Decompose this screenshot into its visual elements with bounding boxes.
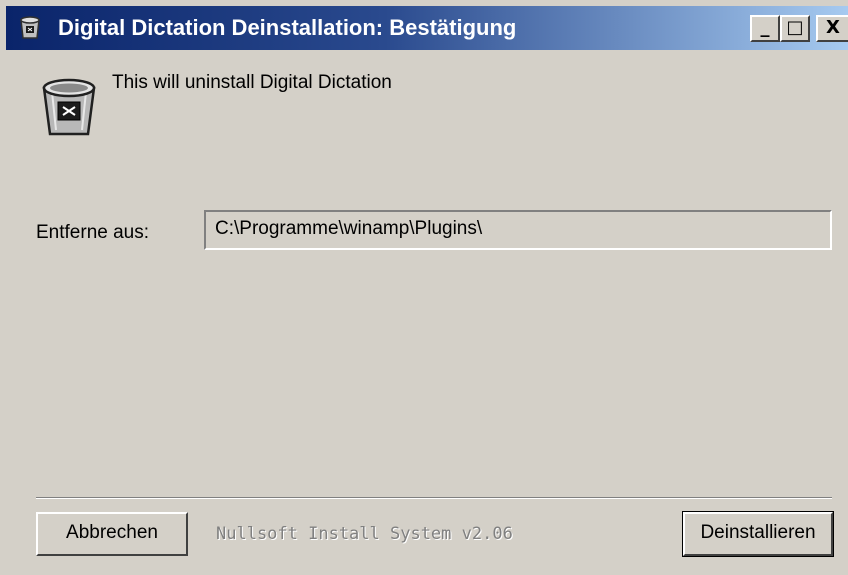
uninstall-button[interactable]: Deinstallieren [682, 511, 834, 557]
uninstall-message: This will uninstall Digital Dictation [112, 72, 392, 93]
recycle-bin-icon [34, 70, 104, 140]
window-title: Digital Dictation Deinstallation: Bestät… [58, 15, 517, 40]
cancel-button[interactable]: Abbrechen [36, 512, 188, 556]
uninstaller-window: Digital Dictation Deinstallation: Bestät… [0, 0, 848, 575]
recycle-bin-icon [18, 14, 42, 40]
close-button[interactable]: X [816, 15, 848, 42]
uninstall-from-label: Entferne aus: [36, 222, 150, 243]
uninstall-path-field[interactable]: C:\Programme\winamp\Plugins\ [204, 210, 832, 250]
minimize-button[interactable]: _ [750, 15, 780, 42]
footer-divider [36, 497, 832, 499]
maximize-button[interactable]: □ [780, 15, 810, 42]
installer-branding: Nullsoft Install System v2.06 [216, 524, 513, 544]
title-bar[interactable]: Digital Dictation Deinstallation: Bestät… [6, 6, 848, 50]
